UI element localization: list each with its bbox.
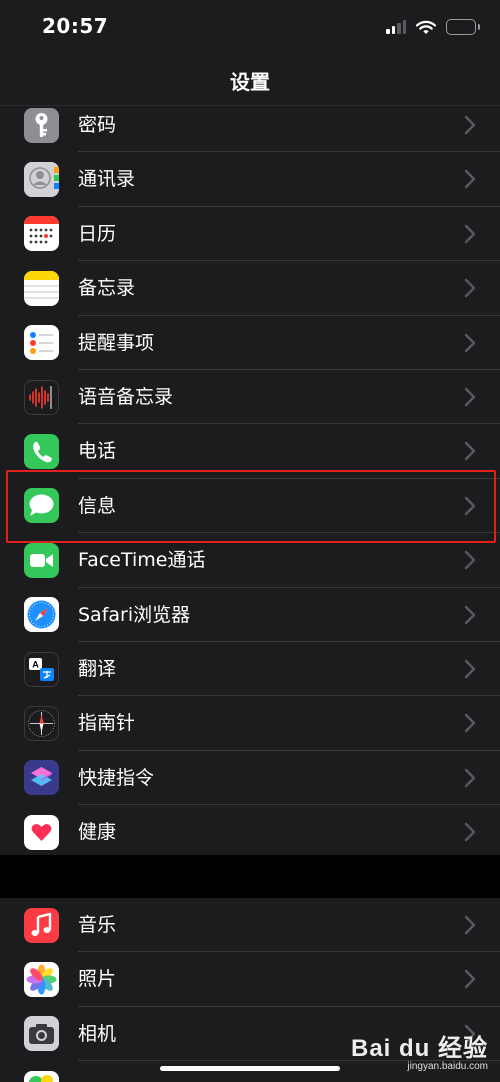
chevron-right-icon xyxy=(464,387,476,407)
status-bar: 20:57 xyxy=(0,0,500,56)
settings-group-apps: 密码 通讯录 日历 备忘录 提醒事项 语音备忘录 电话 信息 FaceTime通… xyxy=(0,106,500,855)
row-label: 通讯录 xyxy=(78,168,136,191)
chevron-right-icon xyxy=(464,915,476,935)
chevron-right-icon xyxy=(464,714,476,733)
contacts-icon xyxy=(24,162,59,198)
status-icons xyxy=(386,16,480,38)
row-label: 翻译 xyxy=(78,658,117,680)
status-time: 20:57 xyxy=(42,14,109,38)
settings-row-facetime[interactable]: FaceTime通话 xyxy=(0,533,500,588)
settings-row-messages[interactable]: 信息 xyxy=(0,479,500,534)
row-label: 备忘录 xyxy=(78,277,136,300)
row-label: FaceTime通话 xyxy=(78,549,206,572)
key-icon xyxy=(24,107,59,143)
cellular-signal-icon xyxy=(386,20,406,34)
settings-row-reminders[interactable]: 提醒事项 xyxy=(0,316,500,370)
row-label: 电话 xyxy=(78,440,117,463)
row-label: 健康 xyxy=(78,821,117,844)
chevron-right-icon xyxy=(464,170,476,189)
photos-icon xyxy=(24,962,59,998)
settings-row-phone[interactable]: 电话 xyxy=(0,424,500,479)
translate-icon: A xyxy=(24,651,59,687)
row-label: 提醒事项 xyxy=(78,331,155,354)
row-label: 日历 xyxy=(78,222,117,245)
settings-row-music[interactable]: 音乐 xyxy=(0,898,500,953)
settings-row-passwords[interactable]: 密码 xyxy=(0,98,500,153)
battery-icon xyxy=(446,19,480,35)
safari-icon xyxy=(24,597,59,633)
health-icon xyxy=(24,814,59,850)
chevron-right-icon xyxy=(464,970,476,989)
chevron-right-icon xyxy=(464,278,476,298)
settings-row-photos[interactable]: 照片 xyxy=(0,952,500,1007)
camera-icon xyxy=(24,1016,59,1052)
home-indicator[interactable] xyxy=(160,1066,340,1071)
chevron-right-icon xyxy=(464,224,476,243)
row-label: 照片 xyxy=(78,968,117,991)
game-center-icon xyxy=(24,1070,59,1082)
row-label: Safari浏览器 xyxy=(78,603,191,626)
chevron-right-icon xyxy=(464,605,476,624)
chevron-right-icon xyxy=(464,550,476,570)
wifi-icon xyxy=(416,20,436,34)
watermark-logo: Bai du 经验 xyxy=(350,1035,488,1062)
notes-icon xyxy=(24,270,59,306)
row-label: 音乐 xyxy=(78,914,117,936)
facetime-icon xyxy=(24,542,59,578)
baidu-jingyan-watermark: Bai du 经验 jingyan.baidu.com xyxy=(351,1028,488,1072)
settings-row-voice-memos[interactable]: 语音备忘录 xyxy=(0,370,500,425)
music-icon xyxy=(24,907,59,943)
page-title: 设置 xyxy=(230,70,270,94)
row-label: 密码 xyxy=(78,114,117,136)
chevron-right-icon xyxy=(464,659,476,679)
row-label: 相机 xyxy=(78,1022,117,1045)
settings-row-contacts[interactable]: 通讯录 xyxy=(0,152,500,207)
settings-row-calendar[interactable]: 日历 xyxy=(0,207,500,262)
settings-row-notes[interactable]: 备忘录 xyxy=(0,261,500,316)
shortcuts-icon xyxy=(24,760,59,796)
phone-icon xyxy=(24,434,59,470)
settings-row-safari[interactable]: Safari浏览器 xyxy=(0,588,500,642)
row-label: 语音备忘录 xyxy=(78,386,174,408)
watermark-url: jingyan.baidu.com xyxy=(407,1061,488,1072)
settings-row-compass[interactable]: 指南针 xyxy=(0,696,500,751)
svg-text:A: A xyxy=(32,659,39,669)
chevron-right-icon xyxy=(464,442,476,461)
chevron-right-icon xyxy=(464,115,476,135)
settings-row-translate[interactable]: A 翻译 xyxy=(0,642,500,697)
settings-row-health[interactable]: 健康 xyxy=(0,805,500,859)
settings-row-shortcuts[interactable]: 快捷指令 xyxy=(0,751,500,806)
chevron-right-icon xyxy=(464,822,476,842)
row-label: 信息 xyxy=(78,494,117,517)
messages-icon xyxy=(24,488,59,524)
calendar-icon xyxy=(24,216,59,252)
chevron-right-icon xyxy=(464,333,476,352)
row-label: 指南针 xyxy=(78,712,136,735)
reminders-icon xyxy=(24,325,59,361)
chevron-right-icon xyxy=(464,496,476,515)
row-label: 快捷指令 xyxy=(78,766,155,789)
chevron-right-icon xyxy=(464,768,476,787)
compass-icon xyxy=(24,706,59,742)
voice-memos-icon xyxy=(24,379,59,415)
